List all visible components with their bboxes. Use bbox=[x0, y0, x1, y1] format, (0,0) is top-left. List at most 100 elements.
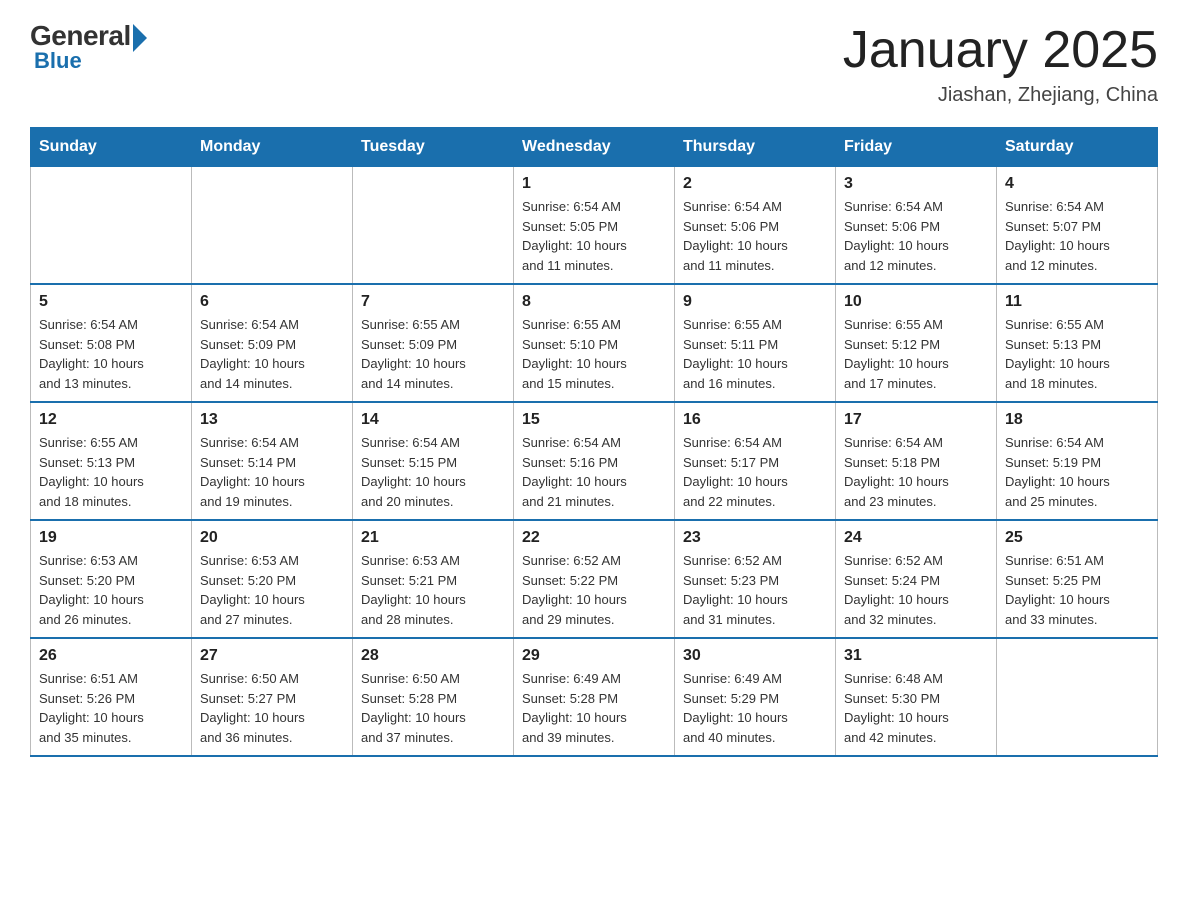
calendar-cell: 8Sunrise: 6:55 AM Sunset: 5:10 PM Daylig… bbox=[514, 284, 675, 402]
calendar-cell: 22Sunrise: 6:52 AM Sunset: 5:22 PM Dayli… bbox=[514, 520, 675, 638]
calendar-week-row: 5 Sunrise: 6:54 AM Sunset: 5:08 PM Daylig… bbox=[31, 284, 1158, 402]
day-of-week-header: Saturday bbox=[997, 128, 1158, 167]
day-info: Sunrise: 6:54 AM Sunset: 5:08 PM Dayligh… bbox=[39, 315, 183, 393]
calendar-cell: 26 Sunrise: 6:51 AM Sunset: 5:26 PM Dayli… bbox=[31, 638, 192, 756]
calendar-cell: 20 Sunrise: 6:53 AM Sunset: 5:20 PM Dayli… bbox=[192, 520, 353, 638]
day-number: 6 bbox=[200, 293, 344, 311]
calendar-cell: 24Sunrise: 6:52 AM Sunset: 5:24 PM Dayli… bbox=[836, 520, 997, 638]
calendar-cell: 5 Sunrise: 6:54 AM Sunset: 5:08 PM Daylig… bbox=[31, 284, 192, 402]
day-number: 5 bbox=[39, 293, 183, 311]
calendar-cell: 17 Sunrise: 6:54 AM Sunset: 5:18 PM Dayli… bbox=[836, 402, 997, 520]
day-info: Sunrise: 6:54 AM Sunset: 5:19 PM Dayligh… bbox=[1005, 433, 1149, 511]
logo-triangle-icon bbox=[133, 24, 147, 52]
calendar-cell bbox=[997, 638, 1158, 756]
day-number: 16 bbox=[683, 411, 827, 429]
logo: General Blue bbox=[30, 20, 147, 74]
day-number: 17 bbox=[844, 411, 988, 429]
title-section: January 2025 Jiashan, Zhejiang, China bbox=[843, 20, 1158, 107]
day-info: Sunrise: 6:49 AM Sunset: 5:29 PM Dayligh… bbox=[683, 669, 827, 747]
day-of-week-header: Tuesday bbox=[353, 128, 514, 167]
day-info: Sunrise: 6:54 AM Sunset: 5:06 PM Dayligh… bbox=[844, 197, 988, 275]
calendar-cell: 18 Sunrise: 6:54 AM Sunset: 5:19 PM Dayli… bbox=[997, 402, 1158, 520]
day-info: Sunrise: 6:50 AM Sunset: 5:28 PM Dayligh… bbox=[361, 669, 505, 747]
day-number: 27 bbox=[200, 647, 344, 665]
day-number: 18 bbox=[1005, 411, 1149, 429]
calendar-cell: 6 Sunrise: 6:54 AM Sunset: 5:09 PM Daylig… bbox=[192, 284, 353, 402]
logo-blue-text: Blue bbox=[30, 48, 82, 74]
day-number: 31 bbox=[844, 647, 988, 665]
calendar-week-row: 1 Sunrise: 6:54 AM Sunset: 5:05 PM Daylig… bbox=[31, 167, 1158, 285]
calendar-cell: 10Sunrise: 6:55 AM Sunset: 5:12 PM Dayli… bbox=[836, 284, 997, 402]
calendar-cell: 12 Sunrise: 6:55 AM Sunset: 5:13 PM Dayli… bbox=[31, 402, 192, 520]
day-info: Sunrise: 6:52 AM Sunset: 5:23 PM Dayligh… bbox=[683, 551, 827, 629]
days-of-week-row: SundayMondayTuesdayWednesdayThursdayFrid… bbox=[31, 128, 1158, 167]
day-info: Sunrise: 6:55 AM Sunset: 5:11 PM Dayligh… bbox=[683, 315, 827, 393]
day-number: 2 bbox=[683, 175, 827, 193]
day-of-week-header: Thursday bbox=[675, 128, 836, 167]
day-number: 13 bbox=[200, 411, 344, 429]
calendar-cell bbox=[192, 167, 353, 285]
calendar-week-row: 12 Sunrise: 6:55 AM Sunset: 5:13 PM Dayli… bbox=[31, 402, 1158, 520]
day-number: 4 bbox=[1005, 175, 1149, 193]
day-number: 12 bbox=[39, 411, 183, 429]
day-info: Sunrise: 6:53 AM Sunset: 5:21 PM Dayligh… bbox=[361, 551, 505, 629]
day-info: Sunrise: 6:54 AM Sunset: 5:17 PM Dayligh… bbox=[683, 433, 827, 511]
day-info: Sunrise: 6:54 AM Sunset: 5:07 PM Dayligh… bbox=[1005, 197, 1149, 275]
calendar-cell: 25Sunrise: 6:51 AM Sunset: 5:25 PM Dayli… bbox=[997, 520, 1158, 638]
day-info: Sunrise: 6:53 AM Sunset: 5:20 PM Dayligh… bbox=[200, 551, 344, 629]
day-info: Sunrise: 6:55 AM Sunset: 5:10 PM Dayligh… bbox=[522, 315, 666, 393]
day-info: Sunrise: 6:54 AM Sunset: 5:05 PM Dayligh… bbox=[522, 197, 666, 275]
calendar-cell: 13 Sunrise: 6:54 AM Sunset: 5:14 PM Dayli… bbox=[192, 402, 353, 520]
calendar-cell: 14 Sunrise: 6:54 AM Sunset: 5:15 PM Dayli… bbox=[353, 402, 514, 520]
calendar-cell: 3 Sunrise: 6:54 AM Sunset: 5:06 PM Daylig… bbox=[836, 167, 997, 285]
calendar-cell: 11Sunrise: 6:55 AM Sunset: 5:13 PM Dayli… bbox=[997, 284, 1158, 402]
day-number: 9 bbox=[683, 293, 827, 311]
day-number: 28 bbox=[361, 647, 505, 665]
day-info: Sunrise: 6:48 AM Sunset: 5:30 PM Dayligh… bbox=[844, 669, 988, 747]
day-number: 23 bbox=[683, 529, 827, 547]
day-info: Sunrise: 6:54 AM Sunset: 5:16 PM Dayligh… bbox=[522, 433, 666, 511]
day-info: Sunrise: 6:54 AM Sunset: 5:15 PM Dayligh… bbox=[361, 433, 505, 511]
day-number: 14 bbox=[361, 411, 505, 429]
calendar-cell bbox=[353, 167, 514, 285]
calendar-cell: 4 Sunrise: 6:54 AM Sunset: 5:07 PM Daylig… bbox=[997, 167, 1158, 285]
day-number: 26 bbox=[39, 647, 183, 665]
calendar-body: 1 Sunrise: 6:54 AM Sunset: 5:05 PM Daylig… bbox=[31, 167, 1158, 757]
day-number: 29 bbox=[522, 647, 666, 665]
calendar-cell: 19Sunrise: 6:53 AM Sunset: 5:20 PM Dayli… bbox=[31, 520, 192, 638]
location-text: Jiashan, Zhejiang, China bbox=[843, 84, 1158, 107]
calendar-cell bbox=[31, 167, 192, 285]
day-of-week-header: Wednesday bbox=[514, 128, 675, 167]
day-of-week-header: Monday bbox=[192, 128, 353, 167]
day-number: 15 bbox=[522, 411, 666, 429]
day-info: Sunrise: 6:55 AM Sunset: 5:13 PM Dayligh… bbox=[39, 433, 183, 511]
day-number: 1 bbox=[522, 175, 666, 193]
day-info: Sunrise: 6:52 AM Sunset: 5:24 PM Dayligh… bbox=[844, 551, 988, 629]
day-info: Sunrise: 6:51 AM Sunset: 5:26 PM Dayligh… bbox=[39, 669, 183, 747]
calendar-cell: 23 Sunrise: 6:52 AM Sunset: 5:23 PM Dayli… bbox=[675, 520, 836, 638]
calendar-cell: 15 Sunrise: 6:54 AM Sunset: 5:16 PM Dayli… bbox=[514, 402, 675, 520]
day-info: Sunrise: 6:54 AM Sunset: 5:18 PM Dayligh… bbox=[844, 433, 988, 511]
day-number: 11 bbox=[1005, 293, 1149, 311]
calendar-cell: 2Sunrise: 6:54 AM Sunset: 5:06 PM Daylig… bbox=[675, 167, 836, 285]
day-of-week-header: Friday bbox=[836, 128, 997, 167]
calendar-cell: 1 Sunrise: 6:54 AM Sunset: 5:05 PM Daylig… bbox=[514, 167, 675, 285]
calendar-week-row: 26 Sunrise: 6:51 AM Sunset: 5:26 PM Dayli… bbox=[31, 638, 1158, 756]
day-number: 3 bbox=[844, 175, 988, 193]
day-number: 21 bbox=[361, 529, 505, 547]
page-header: General Blue January 2025 Jiashan, Zheji… bbox=[30, 20, 1158, 107]
day-number: 7 bbox=[361, 293, 505, 311]
day-number: 20 bbox=[200, 529, 344, 547]
calendar-cell: 27Sunrise: 6:50 AM Sunset: 5:27 PM Dayli… bbox=[192, 638, 353, 756]
day-info: Sunrise: 6:53 AM Sunset: 5:20 PM Dayligh… bbox=[39, 551, 183, 629]
day-info: Sunrise: 6:54 AM Sunset: 5:14 PM Dayligh… bbox=[200, 433, 344, 511]
calendar-cell: 30 Sunrise: 6:49 AM Sunset: 5:29 PM Dayli… bbox=[675, 638, 836, 756]
day-info: Sunrise: 6:54 AM Sunset: 5:09 PM Dayligh… bbox=[200, 315, 344, 393]
day-number: 30 bbox=[683, 647, 827, 665]
month-title: January 2025 bbox=[843, 20, 1158, 80]
calendar-cell: 29 Sunrise: 6:49 AM Sunset: 5:28 PM Dayli… bbox=[514, 638, 675, 756]
calendar-week-row: 19Sunrise: 6:53 AM Sunset: 5:20 PM Dayli… bbox=[31, 520, 1158, 638]
day-info: Sunrise: 6:49 AM Sunset: 5:28 PM Dayligh… bbox=[522, 669, 666, 747]
calendar-cell: 21 Sunrise: 6:53 AM Sunset: 5:21 PM Dayli… bbox=[353, 520, 514, 638]
day-of-week-header: Sunday bbox=[31, 128, 192, 167]
